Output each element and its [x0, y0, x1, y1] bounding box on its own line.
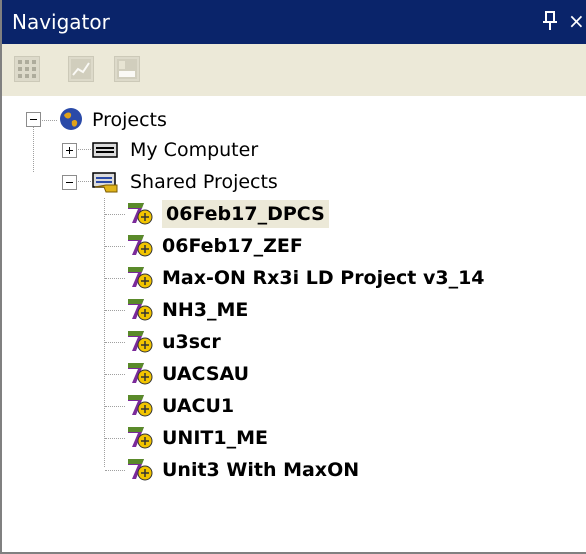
project-icon — [126, 232, 153, 258]
project-tree: Projects My Computer Shared Projects 06F… — [2, 96, 586, 552]
tree-node-label: NH3_ME — [162, 299, 249, 321]
project-icon — [126, 360, 153, 386]
tree-node-my-computer[interactable]: My Computer — [92, 136, 272, 164]
tree-node-label: Unit3 With MaxON — [162, 459, 360, 481]
pin-icon[interactable] — [540, 8, 562, 34]
tree-node-label: Projects — [92, 109, 167, 131]
title-bar: Navigator × — [2, 0, 586, 44]
project-icon — [126, 424, 153, 450]
tree-node-project[interactable]: UACU1 — [126, 392, 546, 420]
tree-node-label: u3scr — [162, 331, 221, 353]
tree-node-project[interactable]: Unit3 With MaxON — [126, 456, 546, 484]
tree-node-project[interactable]: Max-ON Rx3i LD Project v3_14 — [126, 264, 546, 292]
tree-node-project[interactable]: NH3_ME — [126, 296, 546, 324]
tree-node-label: UACU1 — [162, 395, 235, 417]
project-icon — [126, 296, 153, 322]
tree-node-project[interactable]: UNIT1_ME — [126, 424, 546, 452]
navigator-panel: Navigator × Projects My Computer Shared … — [0, 0, 586, 554]
tree-node-label: UACSAU — [162, 363, 250, 385]
tree-node-label: My Computer — [130, 139, 259, 161]
project-icon — [126, 328, 153, 354]
tree-node-project[interactable]: 06Feb17_DPCS — [126, 200, 546, 228]
project-icon — [126, 456, 153, 482]
expand-toggle-projects[interactable] — [26, 112, 41, 127]
globe-icon — [58, 106, 84, 132]
shared-folder-icon — [92, 168, 118, 194]
tree-node-label: Shared Projects — [130, 171, 278, 193]
toolbar — [2, 44, 586, 96]
tree-node-project[interactable]: UACSAU — [126, 360, 546, 388]
tree-node-projects[interactable]: Projects — [58, 106, 218, 134]
project-icon — [126, 264, 153, 290]
tree-node-label: 06Feb17_DPCS — [162, 200, 329, 228]
chart-icon[interactable] — [68, 56, 94, 82]
project-icon — [126, 392, 153, 418]
tree-node-project[interactable]: u3scr — [126, 328, 546, 356]
tree-node-project[interactable]: 06Feb17_ZEF — [126, 232, 546, 260]
expand-toggle-my-computer[interactable] — [62, 143, 77, 158]
expand-toggle-shared-projects[interactable] — [62, 175, 77, 190]
close-icon[interactable]: × — [568, 8, 586, 34]
tree-node-shared-projects[interactable]: Shared Projects — [92, 168, 312, 196]
panel-title: Navigator — [12, 10, 110, 34]
tree-node-label: Max-ON Rx3i LD Project v3_14 — [162, 267, 485, 289]
project-icon — [126, 200, 153, 226]
computer-icon — [92, 136, 118, 162]
tree-node-label: 06Feb17_ZEF — [162, 235, 303, 257]
tree-node-label: UNIT1_ME — [162, 427, 268, 449]
layout-icon[interactable] — [114, 56, 140, 82]
grid-view-icon[interactable] — [14, 56, 40, 82]
